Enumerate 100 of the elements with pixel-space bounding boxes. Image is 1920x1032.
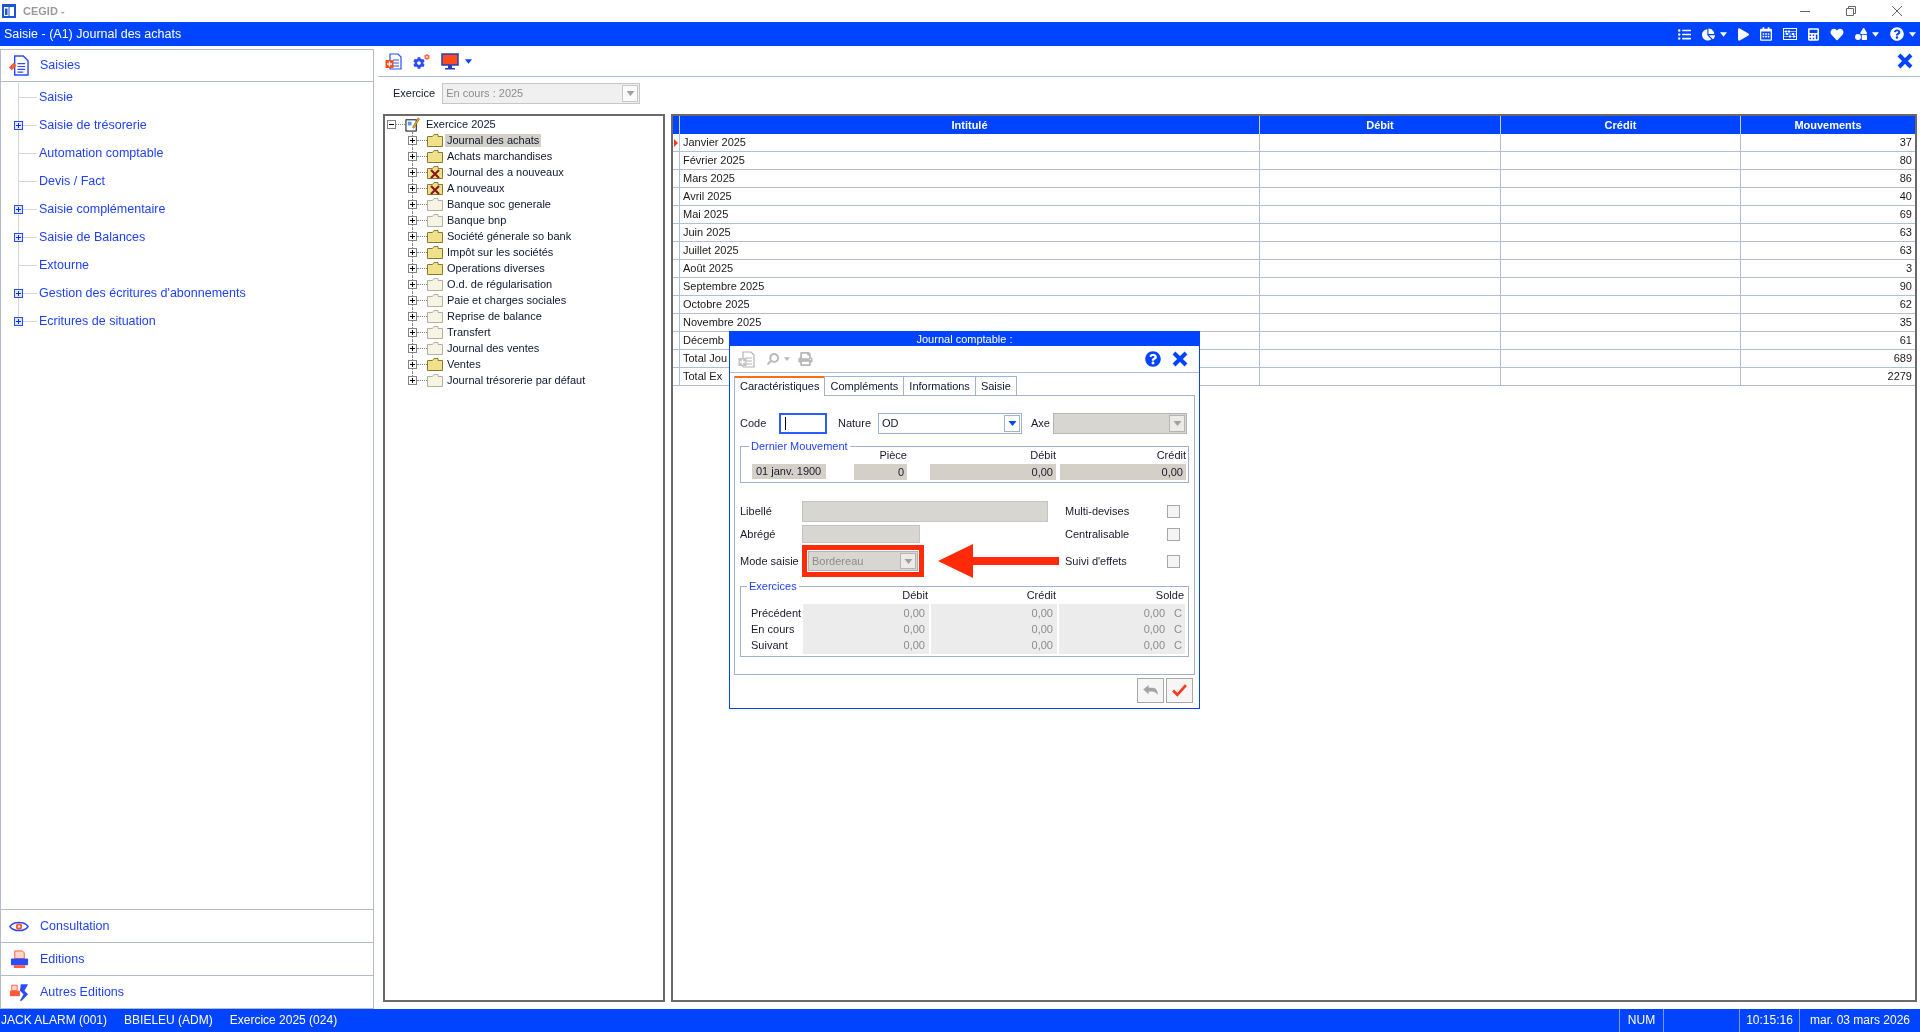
- field-label: Code: [740, 417, 767, 429]
- credit-field: 0,00: [1060, 464, 1186, 480]
- play-icon[interactable]: [1738, 27, 1749, 41]
- expand-icon[interactable]: [408, 152, 417, 161]
- expand-icon[interactable]: [14, 317, 23, 326]
- tree-item[interactable]: Banque soc generale: [445, 197, 553, 211]
- expand-icon[interactable]: [408, 264, 417, 273]
- undo-arrow-icon: [1143, 685, 1158, 696]
- checkbox[interactable]: [1167, 505, 1180, 518]
- abacus-icon[interactable]: [1783, 28, 1797, 40]
- section-header[interactable]: Autres Editions: [1, 975, 373, 1008]
- expand-icon[interactable]: [408, 248, 417, 257]
- caret-icon[interactable]: [1720, 31, 1727, 37]
- expand-icon[interactable]: [408, 168, 417, 177]
- checkbox[interactable]: [1167, 527, 1180, 541]
- new-document-icon[interactable]: [385, 52, 402, 70]
- printer-icon: [9, 949, 29, 969]
- collapse-icon[interactable]: [387, 120, 396, 129]
- expand-icon[interactable]: [408, 232, 417, 241]
- tab[interactable]: Saisie: [974, 376, 1017, 395]
- menu-item[interactable]: Extourne: [39, 258, 90, 272]
- tree-item[interactable]: Banque bnp: [445, 213, 509, 227]
- row-label: Décemb: [683, 334, 724, 347]
- expand-icon[interactable]: [408, 296, 417, 305]
- restore-icon[interactable]: [1846, 6, 1856, 16]
- section-header[interactable]: Saisies: [1, 50, 373, 82]
- amount-value: 0,00: [1031, 638, 1053, 652]
- tree-item[interactable]: Journal des ventes: [445, 341, 542, 355]
- tree-item[interactable]: Journal des a nouveaux: [445, 165, 566, 179]
- expand-icon[interactable]: [408, 312, 417, 321]
- amount-value: 0,00: [903, 622, 925, 636]
- expand-icon[interactable]: [408, 216, 417, 225]
- menu-item[interactable]: Automation comptable: [39, 146, 164, 160]
- menu-item[interactable]: Saisie de trésorerie: [39, 118, 147, 132]
- tree-item[interactable]: Journal trésorerie par défaut: [445, 373, 588, 387]
- code-field[interactable]: [779, 413, 827, 434]
- close-icon[interactable]: [1892, 6, 1902, 16]
- tree-item[interactable]: Société génerale so bank: [445, 229, 574, 243]
- section-header[interactable]: Editions: [1, 942, 373, 975]
- expand-icon[interactable]: [408, 184, 417, 193]
- amount-value: 0,00: [1031, 606, 1053, 620]
- checkbox[interactable]: [1167, 554, 1180, 568]
- row-label: Août 2025: [683, 262, 734, 275]
- menu-item[interactable]: Saisie: [39, 90, 74, 104]
- tree-item[interactable]: A nouveaux: [445, 181, 507, 195]
- column-header[interactable]: Mouvements: [1740, 116, 1915, 134]
- column-header[interactable]: Crédit: [1500, 116, 1740, 134]
- shapes-icon[interactable]: [1855, 28, 1867, 40]
- tab[interactable]: Caractéristiques: [734, 376, 826, 396]
- close-icon[interactable]: [1897, 53, 1913, 69]
- pie-chart-icon[interactable]: [1702, 27, 1715, 41]
- tree-item[interactable]: Achats marchandises: [445, 149, 555, 163]
- expand-icon[interactable]: [408, 280, 417, 289]
- tree-item[interactable]: Transfert: [445, 325, 493, 339]
- menu-item[interactable]: Saisie complémentaire: [39, 202, 166, 216]
- nature-dropdown[interactable]: OD: [878, 413, 1022, 434]
- monitor-icon[interactable]: [441, 52, 459, 70]
- help-icon[interactable]: [1890, 27, 1904, 41]
- expand-icon[interactable]: [408, 360, 417, 369]
- menu-item[interactable]: Saisie de Balances: [39, 230, 146, 244]
- section-header[interactable]: Consultation: [1, 909, 373, 942]
- column-header[interactable]: Débit: [1259, 116, 1500, 134]
- menu-item[interactable]: Devis / Fact: [39, 174, 105, 188]
- status-item: Exercice 2025 (024): [229, 1014, 338, 1027]
- gears-icon[interactable]: [413, 53, 430, 69]
- tree-item[interactable]: Ventes: [445, 357, 483, 371]
- calculator-icon[interactable]: [1808, 27, 1819, 41]
- expand-icon[interactable]: [408, 376, 417, 385]
- list-icon[interactable]: [1678, 27, 1691, 41]
- caret-icon[interactable]: [465, 58, 472, 64]
- tree-item[interactable]: Journal des achats: [445, 133, 542, 147]
- expand-icon[interactable]: [408, 200, 417, 209]
- help-icon[interactable]: [1145, 351, 1161, 367]
- tree-item[interactable]: Impôt sur les sociétés: [445, 245, 556, 259]
- caret-icon[interactable]: [1872, 31, 1879, 37]
- expand-icon[interactable]: [14, 289, 23, 298]
- minimize-icon[interactable]: [1800, 10, 1810, 12]
- close-icon[interactable]: [1172, 351, 1188, 367]
- tree-item[interactable]: O.d. de régularisation: [445, 277, 555, 291]
- tree-item[interactable]: Exercice 2025: [425, 117, 497, 131]
- expand-icon[interactable]: [408, 344, 417, 353]
- calendar-icon[interactable]: [1760, 27, 1772, 41]
- menu-item[interactable]: Gestion des écritures d'abonnements: [39, 286, 246, 300]
- tree-item[interactable]: Operations diverses: [445, 261, 547, 275]
- expand-icon[interactable]: [408, 136, 417, 145]
- folder-icon: [427, 149, 443, 163]
- caret-icon[interactable]: [1909, 31, 1916, 37]
- tab[interactable]: Compléments: [824, 376, 905, 395]
- caret-icon: [1172, 421, 1182, 426]
- tree-item[interactable]: Paie et charges sociales: [445, 293, 569, 307]
- expand-icon[interactable]: [14, 205, 23, 214]
- expand-icon[interactable]: [14, 121, 23, 130]
- column-header[interactable]: Intitulé: [679, 116, 1259, 134]
- menu-item[interactable]: Ecritures de situation: [39, 314, 156, 328]
- ok-button[interactable]: [1166, 678, 1193, 703]
- faded-folder-icon: [427, 341, 443, 355]
- expand-icon[interactable]: [408, 328, 417, 337]
- expand-icon[interactable]: [14, 233, 23, 242]
- tree-item[interactable]: Reprise de balance: [445, 309, 544, 323]
- heart-icon[interactable]: [1830, 27, 1844, 41]
